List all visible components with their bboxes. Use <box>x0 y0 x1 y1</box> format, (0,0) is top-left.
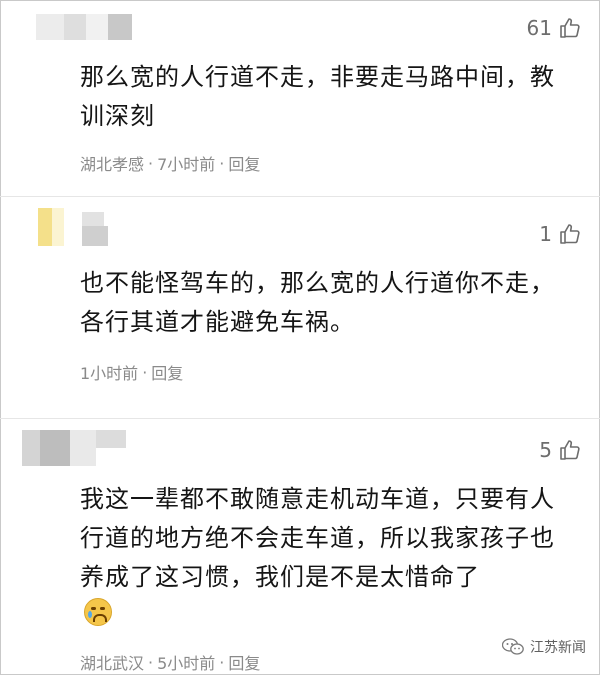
comment-text: 我这一辈都不敢随意走机动车道，只要有人行道的地方绝不会走车道，所以我家孩子也养成… <box>80 485 555 591</box>
comment-time: 7小时前 <box>157 155 216 174</box>
reply-button[interactable]: 回复 <box>228 650 260 674</box>
blurred-username <box>22 430 126 466</box>
comment-location: 湖北孝感 <box>80 155 145 174</box>
comment-text: 那么宽的人行道不走，非要走马路中间，教训深刻 <box>80 63 555 130</box>
blurred-username <box>36 14 132 40</box>
like-button[interactable]: 1 <box>539 222 582 246</box>
comment-location: 湖北武汉 <box>80 654 145 673</box>
crying-face-icon <box>84 598 112 626</box>
thumbs-up-icon <box>560 440 580 460</box>
comment-text: 也不能怪驾车的，那么宽的人行道你不走，各行其道才能避免车祸。 <box>80 269 555 336</box>
comment-time: 1小时前 <box>80 364 139 383</box>
source-watermark: 江苏新闻 <box>502 637 586 657</box>
comment-meta: 湖北孝感 · 7小时前 · 回复 <box>80 151 260 175</box>
thumbs-up-icon <box>560 18 580 38</box>
blurred-username <box>38 208 108 246</box>
comment-item-1: 61 那么宽的人行道不走，非要走马路中间，教训深刻 湖北孝感 · 7小时前 · … <box>0 0 600 195</box>
like-count: 5 <box>539 438 552 462</box>
comment-meta: 1小时前 · 回复 <box>80 360 183 384</box>
comment-meta: 湖北武汉 · 5小时前 · 回复 <box>80 650 260 674</box>
like-count: 1 <box>539 222 552 246</box>
comment-time: 5小时前 <box>157 654 216 673</box>
comment-item-2: 1 也不能怪驾车的，那么宽的人行道你不走，各行其道才能避免车祸。 1小时前 · … <box>0 196 600 421</box>
like-button[interactable]: 5 <box>539 438 582 462</box>
reply-button[interactable]: 回复 <box>228 151 260 175</box>
thumbs-up-icon <box>560 224 580 244</box>
watermark-label: 江苏新闻 <box>530 640 586 656</box>
reply-button[interactable]: 回复 <box>151 360 183 384</box>
wechat-icon <box>502 638 524 655</box>
like-count: 61 <box>526 16 552 40</box>
like-button[interactable]: 61 <box>527 16 582 40</box>
